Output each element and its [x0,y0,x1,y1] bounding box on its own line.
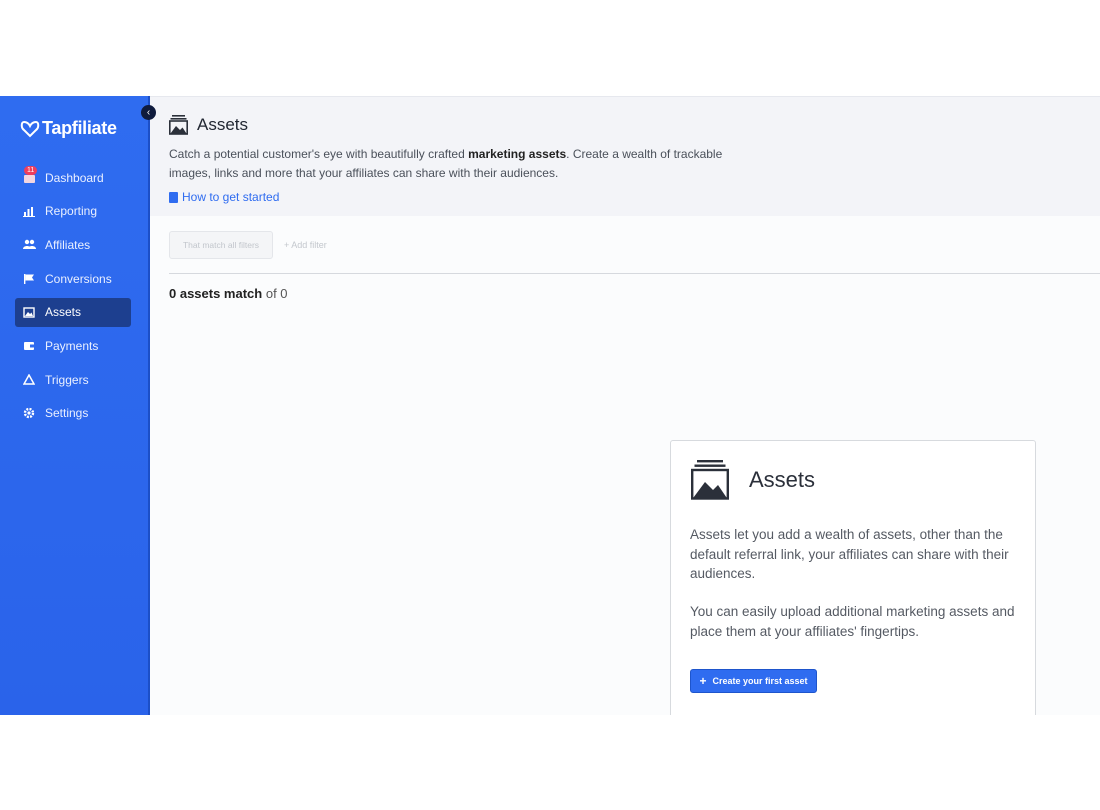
plus-icon: + [699,674,707,688]
sidebar-item-assets[interactable]: Assets [15,297,131,327]
notification-badge: 11 [24,166,38,175]
sidebar-item-label: Triggers [45,372,89,387]
logo[interactable]: Tapfiliate [20,118,117,139]
sidebar-item-conversions[interactable]: Conversions [15,264,131,293]
card-title: Assets [691,460,815,500]
how-to-get-started-link[interactable]: How to get started [169,190,279,204]
results-count: 0 assets match of 0 [169,286,288,301]
flag-icon [22,272,36,286]
add-filter-label: Add filter [291,240,327,250]
divider [169,273,1100,274]
filter-bar: That match all filters + Add filter [169,231,327,259]
users-icon [22,238,36,252]
sidebar: ‹ Tapfiliate 11 Dashboard Reporting Affi… [0,96,156,715]
brand-name: Tapfiliate [42,118,117,138]
gear-icon [22,406,36,420]
create-first-asset-button[interactable]: + Create your first asset [690,669,817,693]
card-description-secondary: You can easily upload additional marketi… [690,604,1015,639]
sidebar-nav: 11 Dashboard Reporting Affiliates Conver… [15,163,131,433]
book-icon [169,191,178,203]
card-description: Assets let you add a wealth of assets, o… [690,527,1009,581]
sidebar-item-label: Assets [45,305,82,320]
sidebar-item-label: Payments [45,338,99,353]
sidebar-item-dashboard[interactable]: 11 Dashboard [15,163,131,192]
sidebar-item-reporting[interactable]: Reporting [15,197,131,226]
triangle-icon [22,373,36,387]
link-label: How to get started [182,190,280,204]
sidebar-item-payments[interactable]: Payments [15,331,131,360]
wallet-icon [22,339,36,353]
assets-illustration-icon [691,460,729,500]
results-count-bold: 0 assets match [169,286,263,301]
sidebar-item-triggers[interactable]: Triggers [15,365,131,394]
image-icon [22,305,36,319]
card-title-text: Assets [749,467,816,492]
description-text: Catch a potential customer's eye with be… [169,147,469,161]
match-all-filters-button[interactable]: That match all filters [169,231,273,259]
description-bold-text: marketing assets [468,147,567,161]
tapfiliate-logo-icon [20,120,40,137]
add-filter-button[interactable]: + Add filter [284,240,327,250]
page-description: Catch a potential customer's eye with be… [169,145,759,183]
sidebar-item-label: Settings [45,406,89,421]
plus-icon: + [284,240,290,250]
assets-icon [169,115,188,135]
page-header: Assets Catch a potential customer's eye … [150,96,1100,216]
empty-state-card: Assets Assets let you add a wealth of as… [670,440,1036,715]
sidebar-item-label: Conversions [45,271,112,286]
sidebar-item-label: Affiliates [45,237,91,252]
page-title-text: Assets [197,115,249,134]
sidebar-item-settings[interactable]: Settings [15,399,131,428]
page-title: Assets [169,115,248,135]
bar-chart-icon [22,204,36,218]
results-count-rest: of 0 [262,286,288,301]
create-button-label: Create your first asset [712,676,808,686]
sidebar-item-label: Reporting [45,204,98,219]
app-window: ‹ Tapfiliate 11 Dashboard Reporting Affi… [0,96,1100,715]
collapse-sidebar-icon[interactable]: ‹ [141,105,156,120]
sidebar-item-affiliates[interactable]: Affiliates [15,230,131,259]
sidebar-item-label: Dashboard [45,170,104,185]
